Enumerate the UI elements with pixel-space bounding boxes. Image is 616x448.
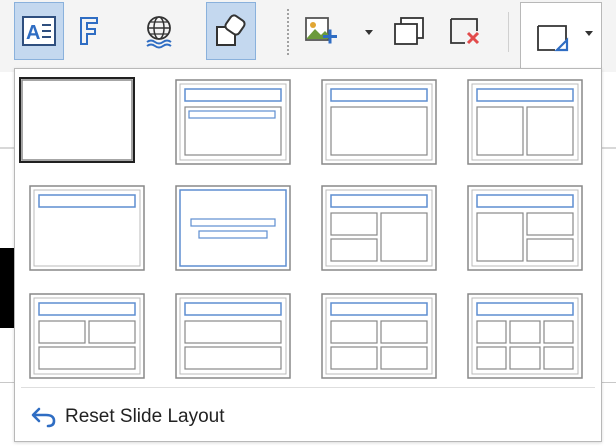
title-content-layout-icon: [175, 79, 291, 165]
title-6-content-layout-icon: [467, 293, 583, 379]
delete-slide-icon: [450, 18, 480, 45]
layout-blank-slide[interactable]: [19, 77, 135, 163]
popup-separator: [21, 387, 595, 388]
title-2-content-layout-icon: [467, 79, 583, 165]
toolbar: A: [0, 0, 616, 72]
duplicate-slide-icon: [394, 17, 424, 45]
title-2-content-and-content-layout-icon: [321, 185, 437, 271]
layout-title-content[interactable]: [175, 79, 291, 165]
dropdown-arrow-icon: [585, 31, 593, 36]
web-globe-icon: [146, 16, 172, 49]
title-content-over-content-layout-icon: [175, 293, 291, 379]
title-content-and-2-content-layout-icon: [467, 185, 583, 271]
toolbar-grip[interactable]: [286, 8, 290, 56]
layout-title-2-content-over-content[interactable]: [29, 293, 145, 379]
background-slide-edge: [0, 248, 14, 328]
blank-layout-icon: [21, 79, 133, 161]
background-ruler-right: [600, 147, 616, 149]
toolbar-separator: [508, 12, 509, 52]
layout-title-4-content[interactable]: [321, 293, 437, 379]
insert-image-dropdown[interactable]: [364, 28, 374, 38]
title-2-content-over-content-layout-icon: [29, 293, 145, 379]
insert-image-icon: [305, 17, 337, 44]
centered-text-layout-icon: [175, 185, 291, 271]
title-4-content-layout-icon: [321, 293, 437, 379]
slide-layout-icon: [537, 24, 569, 51]
reset-slide-layout-label: Reset Slide Layout: [65, 406, 225, 427]
layout-title-only[interactable]: [29, 185, 145, 271]
delete-slide-button[interactable]: [440, 2, 490, 60]
duplicate-slide-button[interactable]: [384, 2, 434, 60]
shapes-icon: [216, 14, 246, 46]
shapes-button[interactable]: [206, 2, 256, 60]
layout-centered-text[interactable]: [175, 185, 291, 271]
layout-title-6-content[interactable]: [467, 293, 583, 379]
undo-arrow-icon: [31, 403, 59, 431]
slide-layout-popup: Reset Slide Layout: [14, 68, 602, 442]
dropdown-arrow-icon: [365, 30, 373, 35]
text-box-icon: A: [22, 16, 56, 46]
slide-layout-button[interactable]: [520, 2, 602, 72]
title-only-layout-icon: [29, 185, 145, 271]
background-divider-right: [600, 382, 616, 383]
reset-slide-layout-menu-item[interactable]: Reset Slide Layout: [21, 399, 341, 435]
layout-title-content-large[interactable]: [321, 79, 437, 165]
layout-title-content-and-2-content[interactable]: [467, 185, 583, 271]
title-content-large-layout-icon: [321, 79, 437, 165]
layout-title-content-over-content[interactable]: [175, 293, 291, 379]
layout-title-2-content-and-content[interactable]: [321, 185, 437, 271]
fontwork-icon: [80, 17, 98, 45]
slide-layout-dropdown[interactable]: [585, 31, 593, 37]
layout-title-2-content[interactable]: [467, 79, 583, 165]
text-box-button[interactable]: A: [14, 2, 64, 60]
svg-text:A: A: [26, 22, 40, 44]
web-globe-button[interactable]: [134, 2, 184, 60]
fontwork-button[interactable]: [64, 2, 114, 60]
insert-image-button[interactable]: [296, 2, 346, 60]
